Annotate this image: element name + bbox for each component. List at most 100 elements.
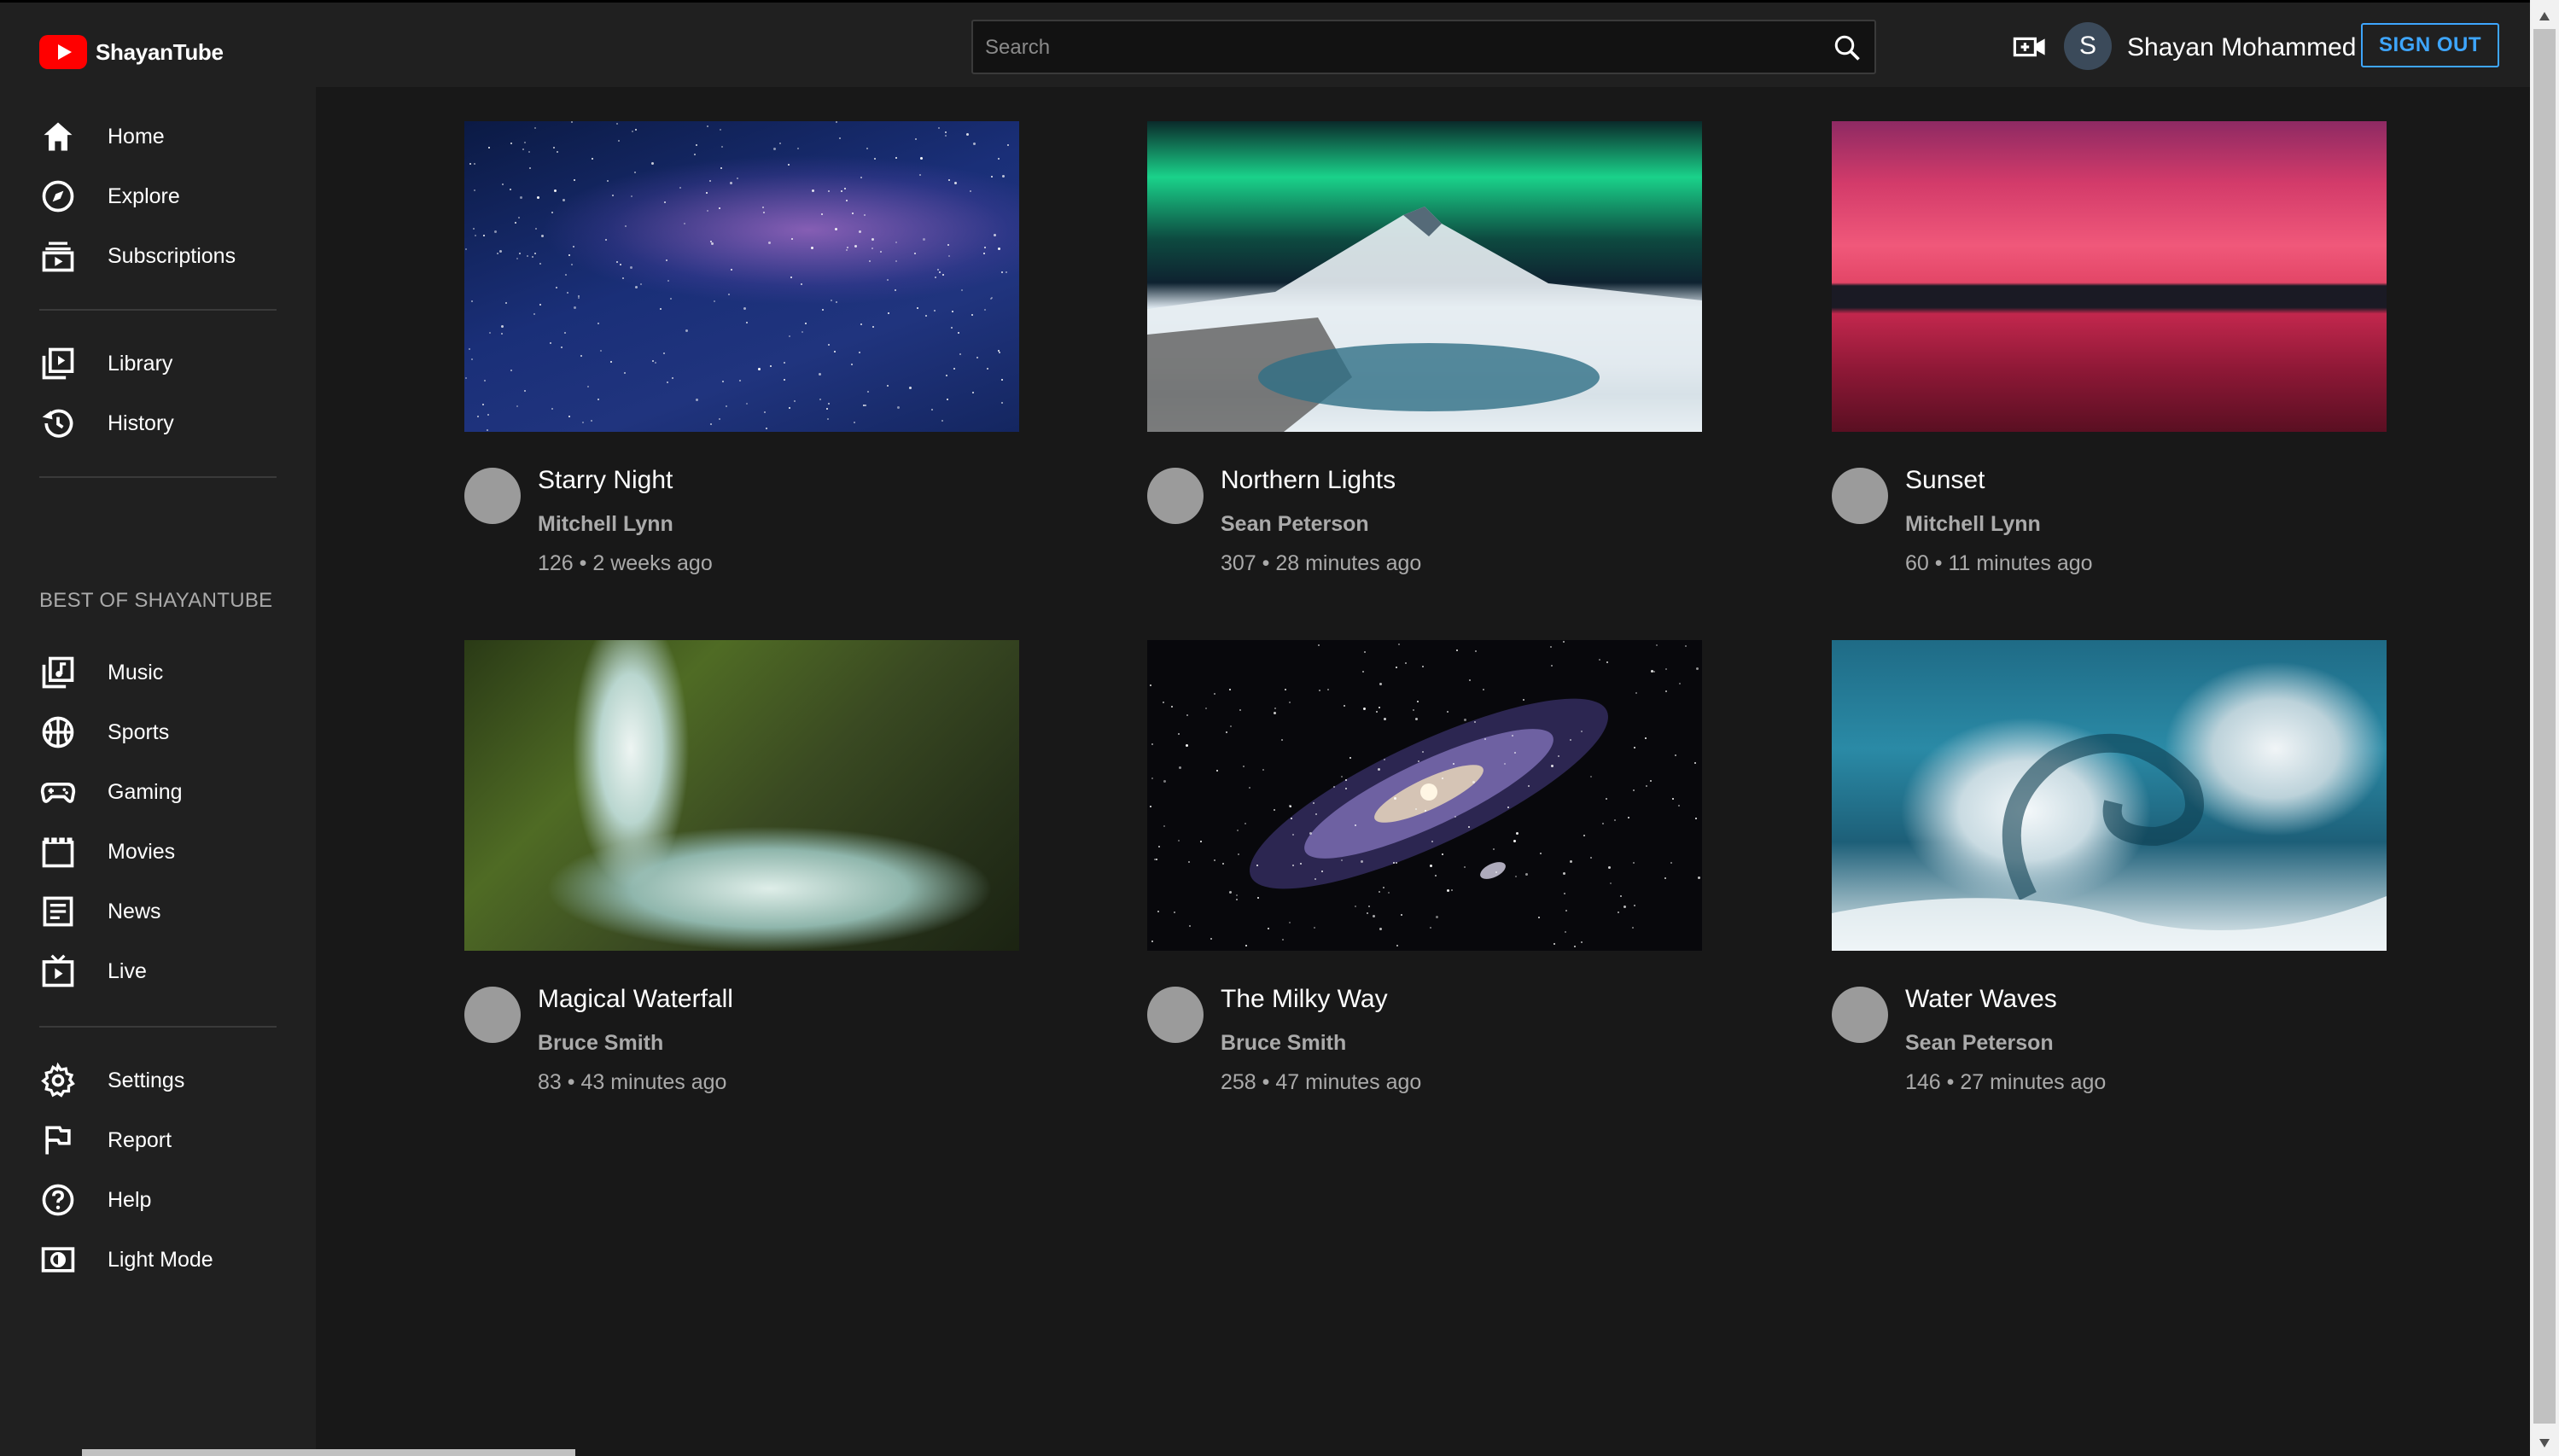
star-dot — [1610, 882, 1612, 884]
sidebar-item-home[interactable]: Home — [39, 111, 295, 162]
star-dot — [1249, 787, 1250, 789]
star-dot — [618, 140, 620, 142]
sidebar-item-help[interactable]: Help — [39, 1174, 295, 1226]
star-dot — [561, 347, 563, 348]
sidebar-item-history[interactable]: History — [39, 398, 295, 449]
video-thumbnail[interactable] — [1832, 121, 2387, 432]
sidebar-item-subscriptions[interactable]: Subscriptions — [39, 230, 295, 282]
star-dot — [474, 189, 475, 191]
video-add-icon[interactable] — [2013, 33, 2047, 61]
video-card[interactable]: Sunset Mitchell Lynn 60 • 11 minutes ago — [1832, 121, 2387, 599]
star-dot — [1189, 925, 1191, 927]
star-dot — [539, 263, 541, 265]
star-dot — [1151, 743, 1153, 745]
video-title[interactable]: Starry Night — [538, 466, 673, 495]
sidebar-divider — [39, 309, 277, 311]
star-dot — [1634, 747, 1635, 748]
star-dot — [719, 207, 720, 209]
scroll-down-arrow-icon[interactable] — [2539, 1439, 2550, 1447]
video-title[interactable]: Sunset — [1905, 466, 1985, 495]
star-dot — [973, 143, 976, 145]
video-card[interactable]: Northern Lights Sean Peterson 307 • 28 m… — [1147, 121, 1702, 599]
sidebar-item-library[interactable]: Library — [39, 338, 295, 389]
star-dot — [1292, 834, 1294, 836]
search-input[interactable] — [983, 21, 1806, 74]
star-dot — [827, 418, 829, 420]
star-dot — [976, 357, 978, 358]
channel-name[interactable]: Mitchell Lynn — [1905, 512, 2041, 537]
star-dot — [942, 274, 944, 276]
sidebar-item-light-mode[interactable]: Light Mode — [39, 1234, 295, 1285]
star-dot — [1665, 690, 1667, 692]
video-card[interactable]: Water Waves Sean Peterson 146 • 27 minut… — [1832, 640, 2387, 1118]
star-dot — [952, 311, 953, 312]
channel-avatar[interactable] — [1832, 987, 1888, 1043]
star-dot — [640, 283, 642, 285]
channel-name[interactable]: Bruce Smith — [1221, 1031, 1346, 1056]
scroll-up-arrow-icon[interactable] — [2539, 12, 2550, 20]
channel-avatar[interactable] — [464, 987, 521, 1043]
star-dot — [1174, 911, 1175, 913]
star-dot — [497, 253, 498, 254]
video-thumbnail[interactable] — [464, 640, 1019, 951]
sign-out-button[interactable]: SIGN OUT — [2361, 23, 2499, 67]
star-dot — [1633, 789, 1635, 791]
sidebar-item-news[interactable]: News — [39, 886, 295, 937]
star-dot — [1257, 897, 1259, 899]
channel-avatar[interactable] — [464, 468, 521, 524]
video-card[interactable]: Magical Waterfall Bruce Smith 83 • 43 mi… — [464, 640, 1019, 1118]
star-dot — [563, 199, 565, 201]
sidebar-item-live[interactable]: Live — [39, 946, 295, 997]
video-title[interactable]: The Milky Way — [1221, 985, 1388, 1014]
user-avatar[interactable]: S — [2064, 22, 2112, 70]
star-dot — [1454, 816, 1456, 818]
star-dot — [828, 344, 830, 346]
star-dot — [784, 379, 785, 381]
video-thumbnail[interactable] — [1832, 640, 2387, 951]
sidebar-item-explore[interactable]: Explore — [39, 171, 295, 222]
channel-name[interactable]: Sean Peterson — [1905, 1031, 2054, 1056]
star-dot — [1504, 763, 1506, 765]
video-thumbnail[interactable] — [1147, 121, 1702, 432]
vertical-scrollbar[interactable] — [2530, 0, 2559, 1456]
sidebar-item-movies[interactable]: Movies — [39, 826, 295, 877]
sidebar-item-music[interactable]: Music — [39, 647, 295, 698]
star-dot — [1274, 809, 1275, 811]
gear-icon — [41, 1062, 75, 1098]
search-icon[interactable] — [1832, 32, 1862, 63]
star-dot — [524, 142, 526, 143]
logo[interactable]: ShayanTube — [39, 35, 224, 69]
channel-name[interactable]: Bruce Smith — [538, 1031, 663, 1056]
sidebar-item-gaming[interactable]: Gaming — [39, 766, 295, 818]
video-card[interactable]: The Milky Way Bruce Smith 258 • 47 minut… — [1147, 640, 1702, 1118]
star-dot — [597, 323, 599, 324]
channel-name[interactable]: Mitchell Lynn — [538, 512, 673, 537]
star-dot — [1632, 927, 1634, 929]
star-dot — [859, 230, 861, 233]
gamepad-icon — [40, 783, 76, 803]
star-dot — [1464, 719, 1466, 721]
video-card[interactable]: Starry Night Mitchell Lynn 126 • 2 weeks… — [464, 121, 1019, 599]
video-thumbnail[interactable] — [464, 121, 1019, 432]
sidebar-item-settings[interactable]: Settings — [39, 1055, 295, 1106]
star-dot — [895, 289, 896, 291]
scroll-thumb[interactable] — [2533, 29, 2556, 1424]
video-title[interactable]: Magical Waterfall — [538, 985, 733, 1014]
channel-name[interactable]: Sean Peterson — [1221, 512, 1369, 537]
star-dot — [915, 138, 917, 140]
star-dot — [706, 192, 708, 194]
video-thumbnail[interactable] — [1147, 640, 1702, 951]
star-dot — [1599, 659, 1600, 661]
horizontal-scroll-thumb[interactable] — [82, 1449, 575, 1456]
star-dot — [1274, 708, 1276, 709]
star-dot — [1314, 927, 1315, 929]
video-title[interactable]: Northern Lights — [1221, 466, 1396, 495]
channel-avatar[interactable] — [1147, 468, 1204, 524]
star-dot — [1171, 706, 1173, 708]
channel-avatar[interactable] — [1832, 468, 1888, 524]
star-dot — [852, 213, 854, 214]
video-title[interactable]: Water Waves — [1905, 985, 2057, 1014]
sidebar-item-sports[interactable]: Sports — [39, 707, 295, 758]
sidebar-item-report[interactable]: Report — [39, 1115, 295, 1166]
channel-avatar[interactable] — [1147, 987, 1204, 1043]
